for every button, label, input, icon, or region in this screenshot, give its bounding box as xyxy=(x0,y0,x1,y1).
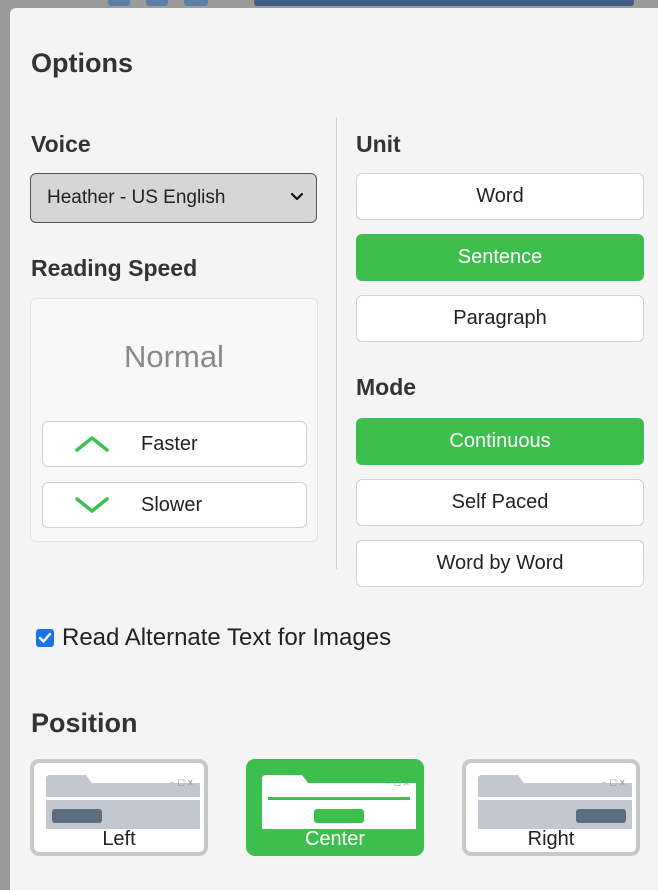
reading-speed-label: Reading Speed xyxy=(31,255,198,281)
checkmark-icon xyxy=(38,632,52,643)
position-right-label: Right xyxy=(527,828,575,850)
position-right-preview-icon: – ◻ x xyxy=(478,775,632,829)
background-shape xyxy=(184,0,208,6)
position-left-button[interactable]: – ◻ x Left xyxy=(30,759,208,856)
position-center-preview-icon: – ◻ x xyxy=(262,775,416,829)
chevron-up-icon xyxy=(75,436,109,452)
reading-speed-value: Normal xyxy=(124,339,224,374)
svg-text:– ◻ x: – ◻ x xyxy=(602,778,626,788)
alt-text-label: Read Alternate Text for Images xyxy=(62,624,392,651)
slower-label: Slower xyxy=(141,494,203,516)
chevron-down-icon xyxy=(75,497,109,513)
options-title: Options xyxy=(31,48,133,78)
slower-button[interactable]: Slower xyxy=(42,482,307,528)
background-shape xyxy=(254,0,634,6)
unit-paragraph-button[interactable]: Paragraph xyxy=(356,295,644,342)
faster-label: Faster xyxy=(141,433,198,455)
background-shape xyxy=(108,0,130,6)
voice-select-value: Heather - US English xyxy=(47,187,226,208)
mode-self-paced-button[interactable]: Self Paced xyxy=(356,479,644,526)
position-center-button[interactable]: – ◻ x Center xyxy=(246,759,424,856)
svg-text:– ◻ x: – ◻ x xyxy=(386,778,410,788)
alt-text-checkbox[interactable] xyxy=(36,629,54,647)
position-left-label: Left xyxy=(102,828,136,850)
position-left-preview-icon: – ◻ x xyxy=(46,775,200,829)
position-center-label: Center xyxy=(304,828,366,850)
mode-label: Mode xyxy=(356,374,417,400)
voice-select[interactable]: Heather - US English xyxy=(30,173,317,223)
unit-sentence-button[interactable]: Sentence xyxy=(356,234,644,281)
background-shape xyxy=(146,0,168,6)
position-right-button[interactable]: – ◻ x Right xyxy=(462,759,640,856)
faster-button[interactable]: Faster xyxy=(42,421,307,467)
column-divider xyxy=(336,117,337,569)
position-label: Position xyxy=(31,708,138,738)
svg-text:– ◻ x: – ◻ x xyxy=(170,778,194,788)
unit-label: Unit xyxy=(356,131,401,157)
voice-label: Voice xyxy=(31,131,91,157)
background-toolbar-strip xyxy=(0,0,658,8)
mode-continuous-button[interactable]: Continuous xyxy=(356,418,644,465)
unit-word-button[interactable]: Word xyxy=(356,173,644,220)
reading-speed-box: Normal Faster Slower xyxy=(30,298,318,542)
chevron-down-icon xyxy=(290,192,304,201)
mode-word-by-word-button[interactable]: Word by Word xyxy=(356,540,644,587)
alt-text-option: Read Alternate Text for Images xyxy=(36,624,391,652)
